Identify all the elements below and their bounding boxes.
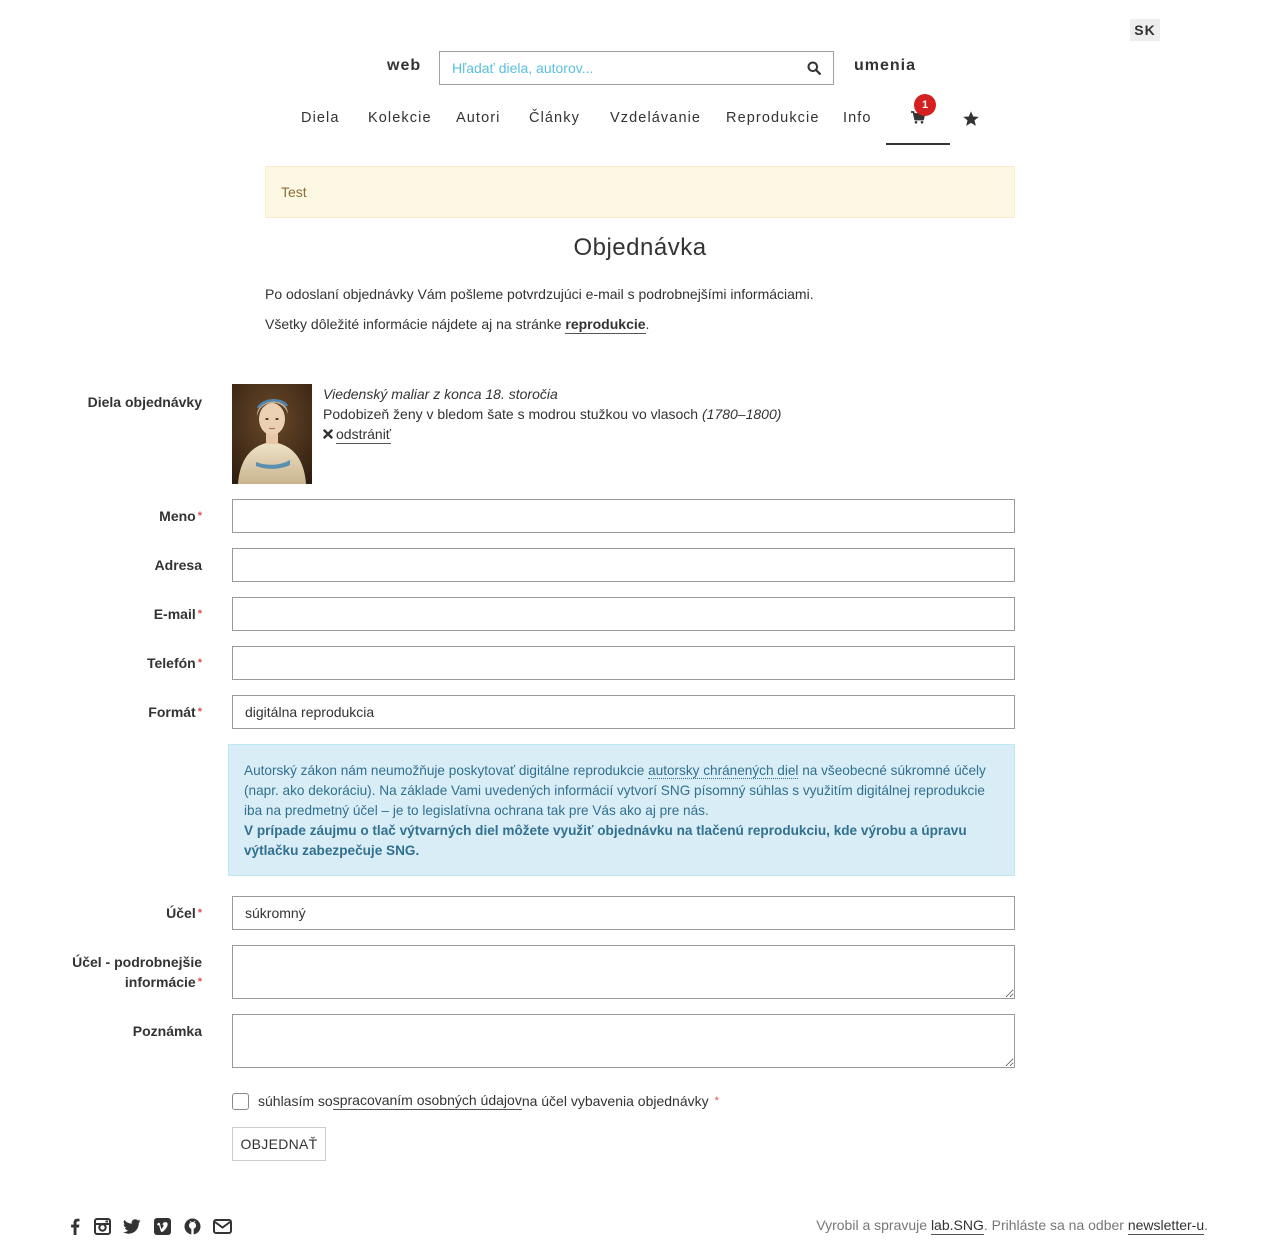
artwork-thumbnail[interactable]	[232, 384, 312, 484]
cart-count-badge: 1	[914, 94, 936, 116]
purpose-label: Účel *	[166, 905, 202, 921]
vimeo-link[interactable]	[152, 1216, 172, 1236]
required-asterisk: *	[197, 657, 202, 669]
nav-item-clanky[interactable]: Články	[529, 104, 580, 134]
footer-text-2: . Prihláste sa na odber	[983, 1217, 1128, 1233]
footer-credits: Vyrobil a spravuje lab.SNG. Prihláste sa…	[816, 1217, 1208, 1235]
artworks-label: Diela objednávky	[87, 394, 202, 410]
vimeo-icon	[153, 1217, 171, 1235]
required-asterisk: *	[197, 907, 202, 919]
purpose-detail-textarea[interactable]	[232, 945, 1015, 999]
search-icon	[807, 61, 821, 75]
intro-text-confirmation: Po odoslaní objednávky Vám pošleme potvr…	[265, 286, 814, 302]
address-label: Adresa	[154, 557, 202, 573]
artwork-title[interactable]: Podobizeň ženy v bledom šate s modrou st…	[323, 406, 698, 422]
instagram-icon	[93, 1217, 111, 1235]
email-field[interactable]	[232, 597, 1015, 631]
consent-checkbox[interactable]	[232, 1092, 249, 1110]
remove-x-icon	[323, 429, 333, 439]
remove-artwork-button[interactable]: odstrániť	[323, 424, 392, 444]
facebook-link[interactable]	[65, 1216, 85, 1236]
required-asterisk: *	[714, 1095, 719, 1107]
purpose-select[interactable]: súkromný	[232, 896, 1015, 930]
nav-item-vzdelavanie[interactable]: Vzdelávanie	[610, 104, 701, 134]
twitter-link[interactable]	[122, 1216, 142, 1236]
remove-artwork-label: odstrániť	[336, 426, 392, 444]
email-link[interactable]	[212, 1216, 232, 1236]
reprodukcie-link[interactable]: reprodukcie	[565, 316, 646, 334]
intro-text-prefix: Všetky dôležité informácie nájdete aj na…	[265, 316, 566, 332]
note-textarea[interactable]	[232, 1014, 1015, 1068]
purpose-selected-value: súkromný	[245, 905, 306, 921]
twitter-icon	[123, 1218, 141, 1234]
artwork-title-line: Podobizeň ženy v bledom šate s modrou st…	[323, 404, 781, 424]
main-nav: Diela Kolekcie Autori Články Vzdelávanie…	[0, 104, 1280, 146]
copyright-info-box: Autorský zákon nám neumožňuje poskytovať…	[228, 744, 1015, 876]
brand-web[interactable]: web	[387, 57, 421, 75]
search-button[interactable]	[795, 52, 833, 84]
personal-data-link[interactable]: spracovaním osobných údajov	[332, 1092, 522, 1110]
favorites-star-icon[interactable]	[962, 110, 980, 128]
copyright-abbr[interactable]: autorsky chránených diel	[648, 763, 799, 779]
format-selected-value: digitálna reprodukcia	[245, 704, 375, 720]
consent-text-prefix: súhlasím so	[258, 1093, 333, 1109]
required-asterisk: *	[197, 706, 202, 718]
page-title: Objednávka	[573, 234, 707, 261]
search-input[interactable]	[440, 52, 780, 84]
artwork-date: (1780–1800)	[702, 406, 782, 422]
facebook-icon	[71, 1218, 80, 1235]
newsletter-link[interactable]: newsletter-u	[1127, 1217, 1205, 1235]
footer-text-1: Vyrobil a spravuje	[816, 1217, 931, 1233]
name-field[interactable]	[232, 499, 1015, 533]
github-icon	[184, 1218, 200, 1234]
phone-label: Telefón *	[146, 655, 202, 671]
required-asterisk: *	[197, 608, 202, 620]
language-switch[interactable]: SK	[1130, 19, 1160, 41]
address-field[interactable]	[232, 548, 1015, 582]
envelope-icon	[212, 1218, 232, 1234]
nav-item-autori[interactable]: Autori	[456, 104, 500, 134]
github-link[interactable]	[182, 1216, 202, 1236]
warning-alert: Test	[265, 166, 1015, 218]
format-select[interactable]: digitálna reprodukcia	[232, 695, 1015, 729]
submit-order-button[interactable]: OBJEDNAŤ	[232, 1127, 326, 1161]
info-text-1: Autorský zákon nám neumožňuje poskytovať…	[244, 763, 649, 778]
consent-row: súhlasím so spracovaním osobných údajov …	[232, 1092, 719, 1110]
search-box	[439, 51, 834, 85]
note-label: Poznámka	[132, 1023, 202, 1039]
lab-sng-link[interactable]: lab.SNG	[930, 1217, 984, 1235]
nav-item-diela[interactable]: Diela	[301, 104, 340, 134]
consent-text-suffix: na účel vybavenia objednávky	[521, 1093, 709, 1109]
purpose-detail-label: Účel - podrobnejšie informácie *	[72, 954, 202, 990]
artwork-author: Viedenský maliar z konca 18. storočia	[323, 386, 558, 402]
format-label: Formát *	[148, 704, 202, 720]
nav-item-reprodukcie[interactable]: Reprodukcie	[726, 104, 820, 134]
phone-field[interactable]	[232, 646, 1015, 680]
footer-text-3: .	[1204, 1217, 1208, 1233]
intro-text-info: Všetky dôležité informácie nájdete aj na…	[265, 316, 1025, 334]
email-label: E-mail *	[153, 606, 202, 622]
nav-item-info[interactable]: Info	[843, 104, 872, 134]
artwork-portrait-image	[232, 384, 312, 484]
artwork-details: Viedenský maliar z konca 18. storočia Po…	[323, 384, 781, 444]
required-asterisk: *	[197, 510, 202, 522]
name-label: Meno *	[159, 508, 202, 524]
intro-text-suffix: .	[645, 316, 650, 332]
info-text-strong: V prípade záujmu o tlač výtvarných diel …	[244, 823, 967, 858]
required-asterisk: *	[197, 976, 202, 988]
nav-item-kolekcie[interactable]: Kolekcie	[368, 104, 432, 134]
instagram-link[interactable]	[92, 1216, 112, 1236]
brand-umenia[interactable]: umenia	[854, 57, 916, 75]
